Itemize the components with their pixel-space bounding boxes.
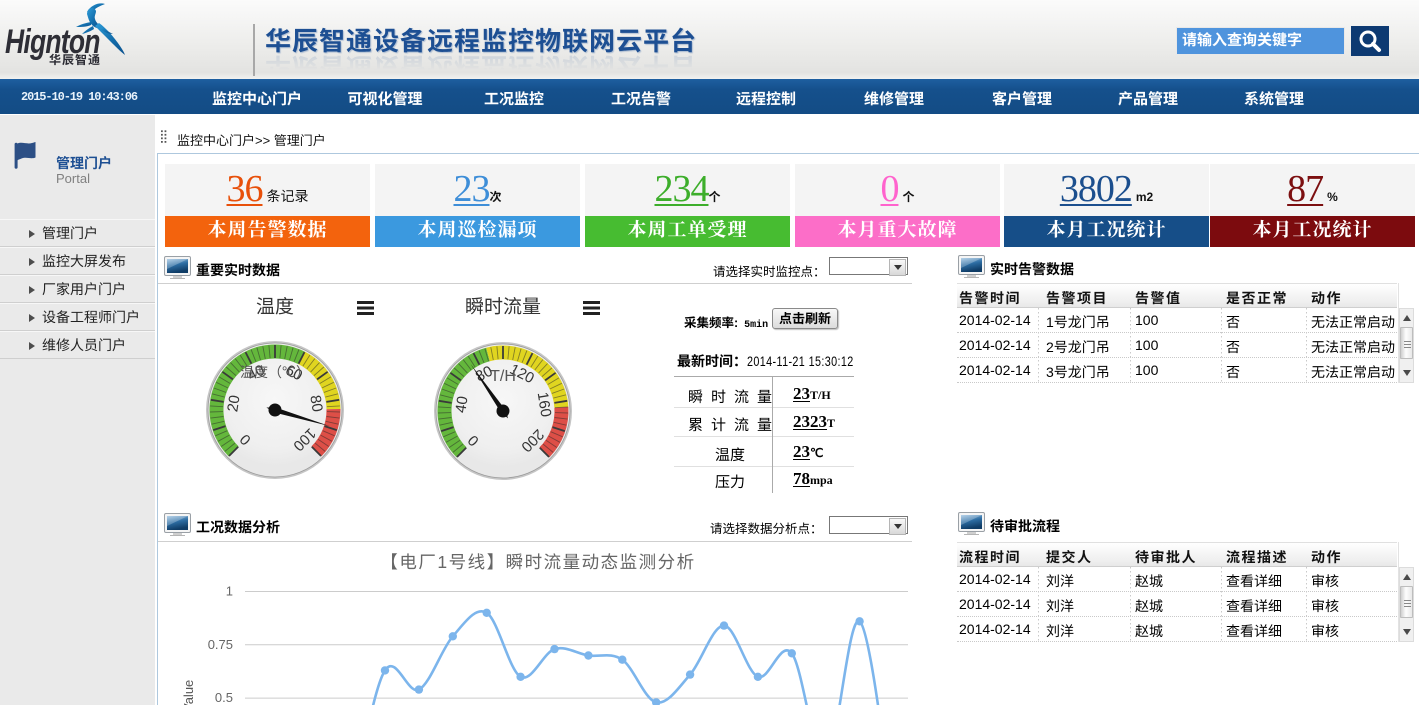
svg-text:0.75: 0.75 bbox=[208, 637, 233, 652]
svg-text:1: 1 bbox=[226, 584, 233, 599]
svg-text:20: 20 bbox=[224, 394, 243, 413]
svg-text:40: 40 bbox=[452, 395, 471, 414]
svg-text:T/H: T/H bbox=[490, 368, 516, 385]
svg-text:80: 80 bbox=[306, 394, 325, 413]
svg-text:温度（℃）: 温度（℃） bbox=[240, 364, 310, 380]
svg-text:0.5: 0.5 bbox=[215, 690, 233, 705]
svg-text:Value: Value bbox=[181, 680, 196, 705]
